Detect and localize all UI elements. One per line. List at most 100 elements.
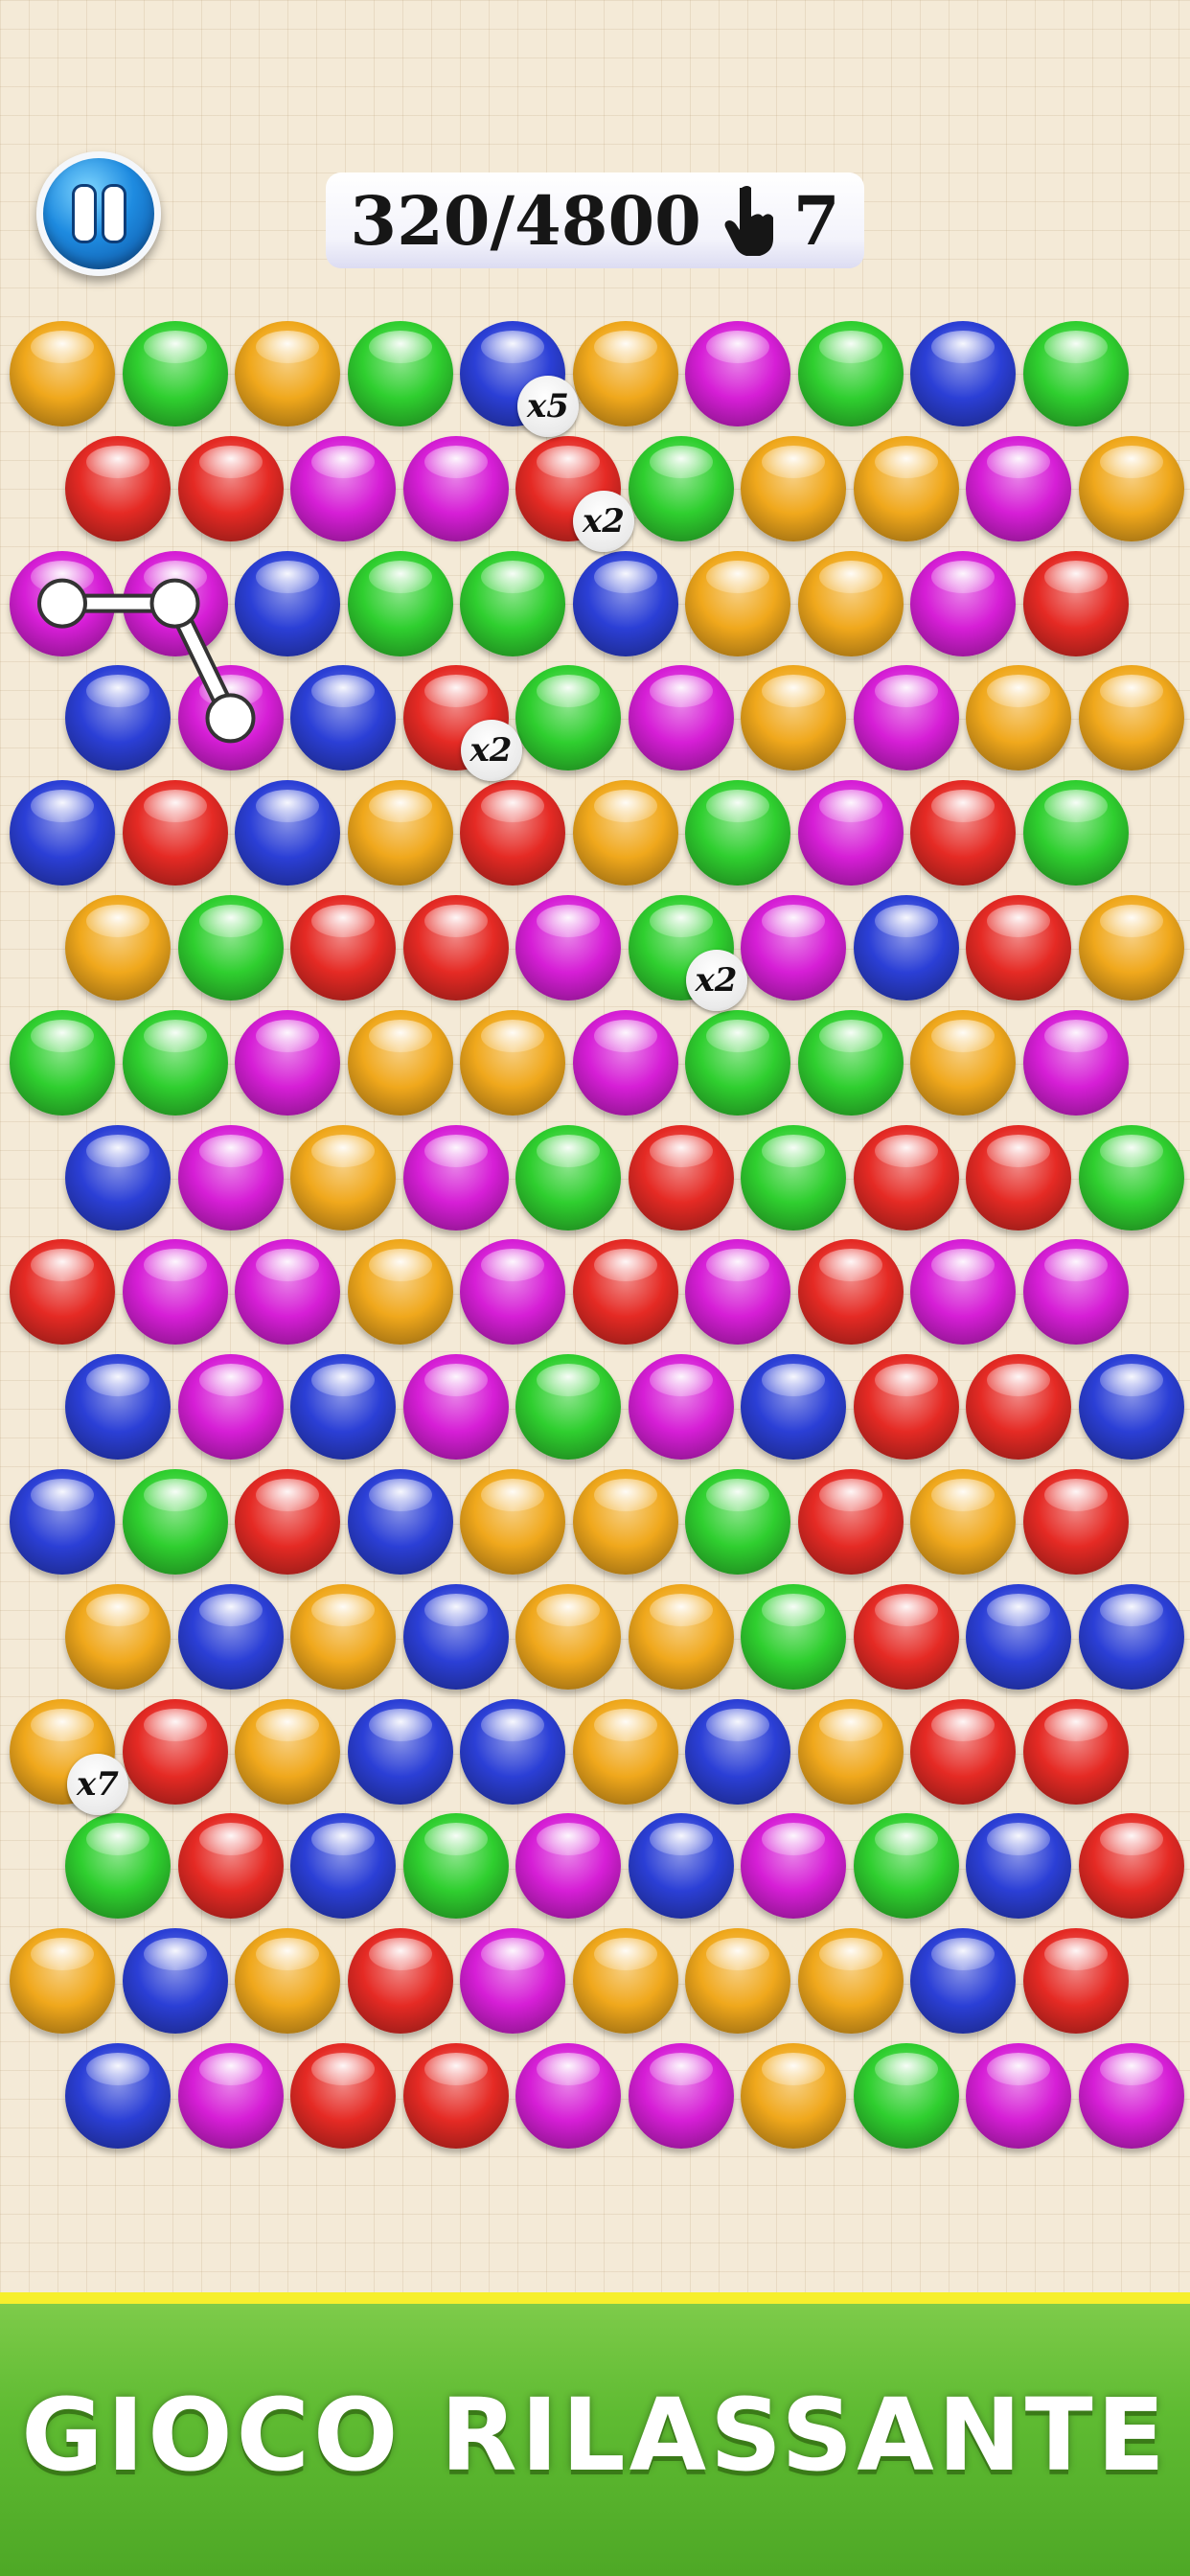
ball-blue[interactable]: [290, 1354, 396, 1460]
ball-red[interactable]: [402, 2043, 509, 2149]
ball-red[interactable]: [910, 780, 1016, 886]
ball-green[interactable]: [10, 1009, 115, 1116]
ball-green[interactable]: [460, 550, 565, 656]
ball-green[interactable]: [1078, 1124, 1184, 1230]
ball-orange[interactable]: [1078, 665, 1184, 771]
ball-blue[interactable]: [122, 1928, 228, 2035]
ball-magenta[interactable]: [460, 1239, 565, 1346]
ball-magenta[interactable]: [910, 550, 1016, 656]
ball-magenta[interactable]: [741, 895, 846, 1000]
ball-orange[interactable]: [290, 1583, 396, 1690]
ball-magenta[interactable]: [177, 2043, 284, 2149]
ball-green[interactable]: [741, 1124, 846, 1230]
ball-green[interactable]: [685, 1469, 790, 1575]
ball-green[interactable]: [177, 895, 284, 1000]
game-board[interactable]: x5 x2 x2 x2 x7: [0, 0, 1190, 2576]
ball-green[interactable]: [741, 1583, 846, 1690]
ball-orange[interactable]: [347, 1239, 453, 1346]
ball-orange[interactable]: [460, 1469, 565, 1575]
ball-orange[interactable]: [235, 1698, 340, 1805]
ball-red[interactable]: [290, 2043, 396, 2149]
ball-red[interactable]: [177, 435, 284, 541]
ball-blue[interactable]: [572, 550, 678, 656]
ball-blue[interactable]: [347, 1698, 453, 1805]
ball-blue[interactable]: [628, 1813, 734, 1920]
ball-magenta[interactable]: [572, 1009, 678, 1116]
ball-red[interactable]: [853, 1124, 959, 1230]
ball-green[interactable]: [685, 1009, 790, 1116]
ball-orange[interactable]: [65, 895, 171, 1000]
ball-red[interactable]: [235, 1469, 340, 1575]
ball-blue[interactable]: [910, 321, 1016, 426]
ball-red[interactable]: [797, 1469, 904, 1575]
ball-blue[interactable]: [347, 1469, 453, 1575]
ball-magenta[interactable]: [10, 550, 115, 656]
ball-orange[interactable]: [572, 321, 678, 426]
ball-magenta[interactable]: [402, 435, 509, 541]
ball-orange[interactable]: [741, 435, 846, 541]
ball-magenta[interactable]: [628, 665, 734, 771]
ball-blue[interactable]: [1078, 1354, 1184, 1460]
ball-red[interactable]: [966, 1124, 1071, 1230]
ball-red[interactable]: [853, 1354, 959, 1460]
ball-magenta[interactable]: [1022, 1009, 1129, 1116]
ball-magenta[interactable]: [122, 1239, 228, 1346]
pause-button[interactable]: [36, 151, 161, 276]
ball-magenta[interactable]: [628, 2043, 734, 2149]
ball-blue[interactable]: [65, 2043, 171, 2149]
ball-blue[interactable]: [290, 1813, 396, 1920]
ball-magenta[interactable]: [1078, 2043, 1184, 2149]
ball-green[interactable]: [402, 1813, 509, 1920]
ball-magenta[interactable]: [853, 665, 959, 771]
ball-red[interactable]: [347, 1928, 453, 2035]
ball-orange[interactable]: [347, 1009, 453, 1116]
ball-red[interactable]: [1022, 1469, 1129, 1575]
ball-magenta[interactable]: [290, 435, 396, 541]
ball-green[interactable]: [347, 321, 453, 426]
ball-orange[interactable]: [572, 1469, 678, 1575]
ball-magenta[interactable]: [797, 780, 904, 886]
ball-blue[interactable]: [10, 780, 115, 886]
ball-red[interactable]: [966, 895, 1071, 1000]
ball-orange[interactable]: [10, 321, 115, 426]
ball-red[interactable]: [290, 895, 396, 1000]
ball-orange[interactable]: [10, 1928, 115, 2035]
ball-red[interactable]: [65, 435, 171, 541]
ball-green[interactable]: [515, 665, 621, 771]
ball-red[interactable]: [797, 1239, 904, 1346]
ball-orange[interactable]: [966, 665, 1071, 771]
ball-blue[interactable]: [177, 1583, 284, 1690]
ball-magenta[interactable]: [515, 895, 621, 1000]
ball-magenta[interactable]: [235, 1239, 340, 1346]
ball-green[interactable]: [122, 1469, 228, 1575]
ball-magenta[interactable]: [402, 1354, 509, 1460]
ball-blue[interactable]: [1078, 1583, 1184, 1690]
ball-orange[interactable]: [1078, 435, 1184, 541]
ball-magenta[interactable]: [628, 1354, 734, 1460]
ball-orange[interactable]: [853, 435, 959, 541]
ball-blue[interactable]: [65, 1354, 171, 1460]
ball-blue[interactable]: [966, 1583, 1071, 1690]
ball-blue[interactable]: [65, 1124, 171, 1230]
ball-red[interactable]: [1022, 1928, 1129, 2035]
ball-red[interactable]: [853, 1583, 959, 1690]
ball-magenta[interactable]: [515, 1813, 621, 1920]
ball-magenta[interactable]: [685, 1239, 790, 1346]
ball-red[interactable]: [966, 1354, 1071, 1460]
ball-green[interactable]: [515, 1354, 621, 1460]
ball-orange[interactable]: [460, 1009, 565, 1116]
ball-green[interactable]: [1022, 321, 1129, 426]
ball-orange[interactable]: [910, 1009, 1016, 1116]
ball-magenta[interactable]: [966, 435, 1071, 541]
ball-green[interactable]: [1022, 780, 1129, 886]
ball-orange[interactable]: [1078, 895, 1184, 1000]
ball-orange[interactable]: [910, 1469, 1016, 1575]
ball-green[interactable]: [685, 780, 790, 886]
ball-blue[interactable]: [290, 665, 396, 771]
ball-orange[interactable]: [572, 1698, 678, 1805]
ball-red[interactable]: [1078, 1813, 1184, 1920]
ball-red[interactable]: [177, 1813, 284, 1920]
ball-green[interactable]: [122, 321, 228, 426]
ball-red[interactable]: [628, 1124, 734, 1230]
ball-orange[interactable]: [685, 1928, 790, 2035]
